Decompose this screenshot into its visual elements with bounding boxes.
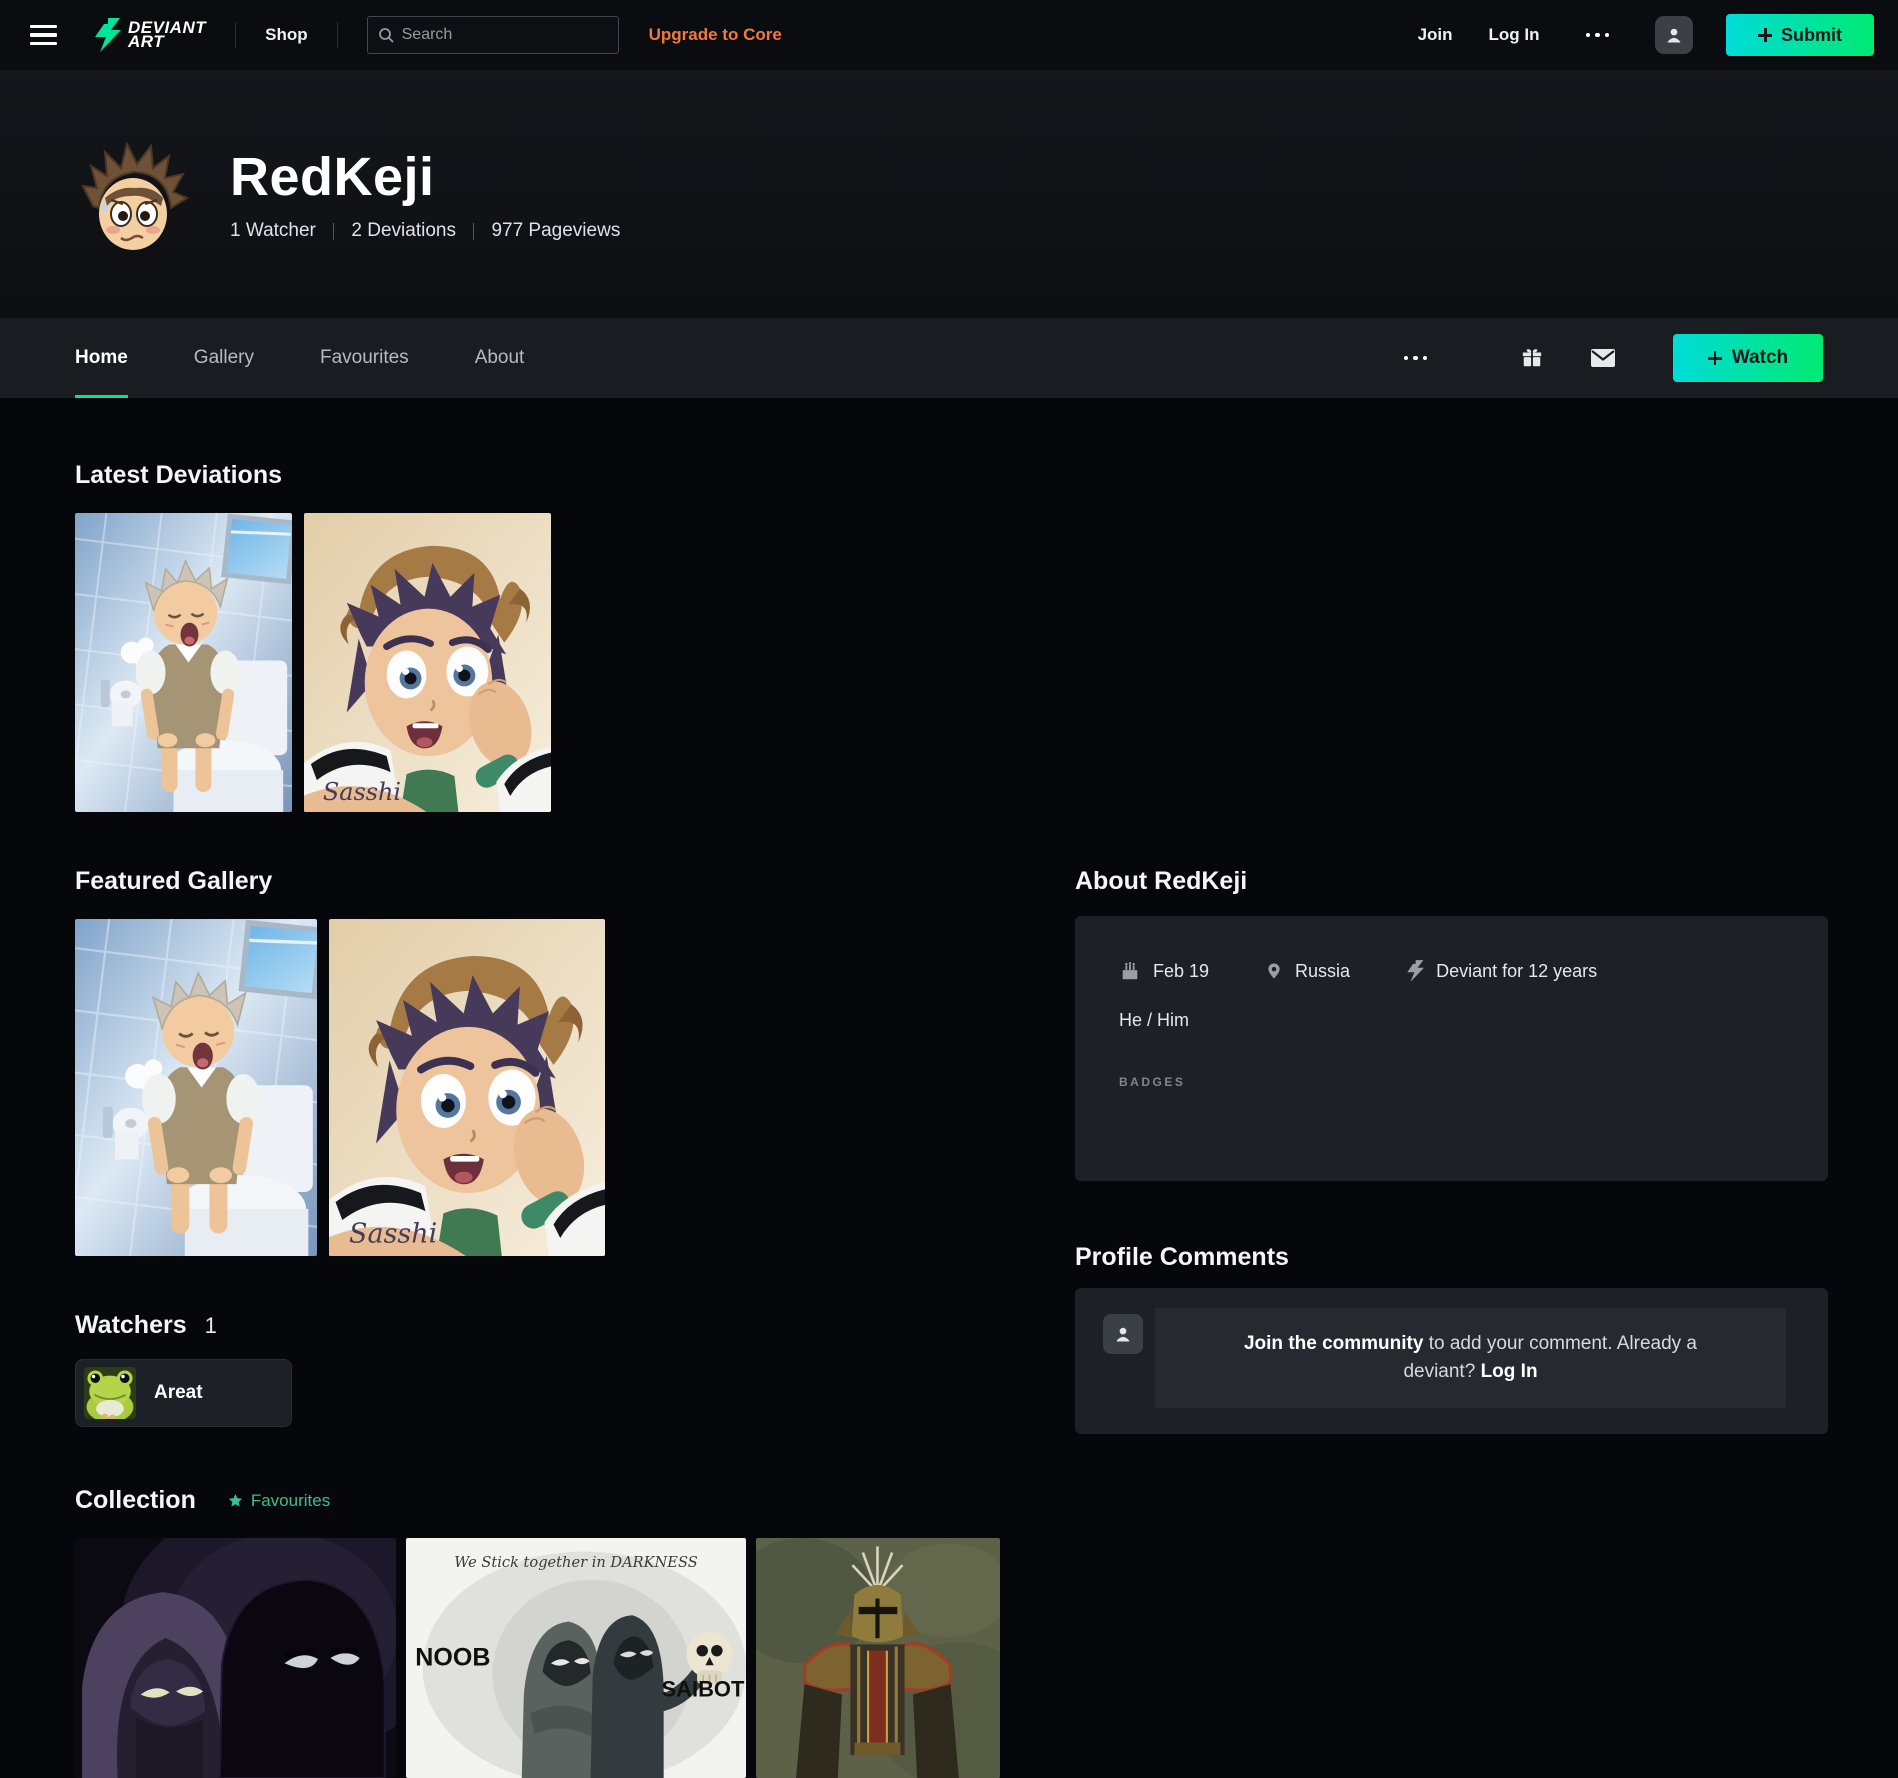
deviantart-logo-icon bbox=[95, 18, 121, 52]
comment-login-link[interactable]: Log In bbox=[1481, 1361, 1538, 1382]
search-icon bbox=[378, 28, 394, 43]
comment-cta: Join the community to add your comment. … bbox=[1155, 1308, 1786, 1408]
watcher-avatar-frog bbox=[84, 1367, 136, 1419]
about-card: Feb 19 Russia Deviant for 12 years He / bbox=[1075, 916, 1828, 1181]
profile-tab-bar: Home Gallery Favourites About Watch bbox=[0, 318, 1898, 398]
star-icon bbox=[228, 1493, 243, 1507]
deviations-stat[interactable]: 2 Deviations bbox=[351, 220, 456, 242]
pageviews-stat: 977 Pageviews bbox=[491, 220, 621, 241]
featured-gallery-row bbox=[75, 919, 1005, 1256]
map-pin-icon bbox=[1268, 963, 1280, 979]
person-icon bbox=[1667, 28, 1681, 43]
cta-text: to add your comment. Already a deviant? bbox=[1403, 1332, 1697, 1383]
featured-thumbnail-toilet[interactable] bbox=[75, 919, 317, 1256]
watchers-count: 1 bbox=[204, 1313, 217, 1338]
message-button[interactable] bbox=[1591, 349, 1615, 367]
profile-avatar[interactable] bbox=[75, 134, 195, 254]
collection-row bbox=[75, 1538, 1005, 1778]
featured-gallery-heading: Featured Gallery bbox=[75, 867, 273, 895]
about-heading: About RedKeji bbox=[1075, 867, 1248, 895]
featured-thumbnail-hatboy[interactable] bbox=[329, 919, 605, 1256]
search-box[interactable] bbox=[366, 16, 619, 54]
divider bbox=[336, 22, 338, 48]
tab-home[interactable]: Home bbox=[75, 318, 128, 398]
watcher-card-areat[interactable]: Areat bbox=[75, 1359, 292, 1427]
upgrade-to-core-link[interactable]: Upgrade to Core bbox=[649, 25, 782, 45]
deviantart-badge-icon bbox=[1407, 960, 1425, 982]
pronouns: He / Him bbox=[1119, 1010, 1190, 1030]
gift-icon bbox=[1522, 349, 1542, 367]
collection-thumbnail-noob-saibot[interactable] bbox=[406, 1538, 746, 1778]
latest-deviations-heading: Latest Deviations bbox=[75, 461, 283, 489]
username: RedKeji bbox=[230, 147, 435, 207]
main-content: Latest Deviations Featured Gallery Watch… bbox=[0, 463, 1898, 1778]
login-link[interactable]: Log In bbox=[1489, 25, 1540, 45]
profile-comments-card: Join the community to add your comment. … bbox=[1075, 1288, 1828, 1434]
envelope-icon bbox=[1591, 349, 1615, 367]
watch-button[interactable]: Watch bbox=[1673, 334, 1823, 382]
shop-link[interactable]: Shop bbox=[265, 25, 308, 45]
deviation-thumbnail-hatboy[interactable] bbox=[304, 513, 551, 812]
plus-icon bbox=[1707, 351, 1722, 365]
tab-about[interactable]: About bbox=[475, 318, 525, 398]
collection-heading: Collection bbox=[75, 1486, 196, 1514]
cake-icon bbox=[1122, 962, 1138, 980]
tab-gallery[interactable]: Gallery bbox=[194, 318, 254, 398]
guest-avatar-button[interactable] bbox=[1655, 16, 1693, 54]
join-link[interactable]: Join bbox=[1418, 25, 1453, 45]
submit-button[interactable]: Submit bbox=[1726, 14, 1874, 56]
badges-label: BADGES bbox=[1119, 1075, 1186, 1089]
plus-icon bbox=[1758, 28, 1772, 42]
tenure-info: Deviant for 12 years bbox=[1406, 960, 1597, 982]
profile-header: RedKeji 1 Watcher 2 Deviations 977 Pagev… bbox=[0, 70, 1898, 318]
tab-favourites[interactable]: Favourites bbox=[320, 318, 409, 398]
person-icon bbox=[1116, 1327, 1130, 1342]
location-info: Russia bbox=[1265, 960, 1350, 982]
profile-comments-heading: Profile Comments bbox=[1075, 1243, 1289, 1271]
give-button[interactable] bbox=[1521, 347, 1543, 369]
guest-comment-avatar bbox=[1103, 1314, 1143, 1354]
collection-thumbnail-darkduo[interactable] bbox=[75, 1538, 396, 1778]
watcher-name[interactable]: Areat bbox=[154, 1382, 203, 1404]
search-input[interactable] bbox=[401, 26, 609, 44]
deviantart-logo-text: DEVIANT ART bbox=[128, 18, 207, 51]
more-actions-icon[interactable] bbox=[1403, 355, 1427, 361]
top-navbar: DEVIANT ART Shop Upgrade to Core Join Lo… bbox=[0, 0, 1898, 70]
birthday-info: Feb 19 bbox=[1119, 960, 1209, 982]
divider bbox=[472, 222, 475, 240]
join-community-link[interactable]: Join the community bbox=[1244, 1333, 1423, 1354]
divider bbox=[332, 222, 335, 240]
deviation-thumbnail-toilet[interactable] bbox=[75, 513, 292, 812]
hamburger-menu-icon[interactable] bbox=[30, 24, 57, 46]
collection-favourites-link[interactable]: Favourites bbox=[228, 1491, 330, 1511]
latest-deviations-row bbox=[75, 513, 1005, 812]
collection-thumbnail-knight[interactable] bbox=[756, 1538, 1000, 1778]
watchers-heading: Watchers bbox=[75, 1311, 187, 1339]
more-options-icon[interactable] bbox=[1585, 32, 1609, 38]
divider bbox=[235, 22, 237, 48]
profile-stats: 1 Watcher 2 Deviations 977 Pageviews bbox=[230, 220, 620, 242]
watchers-stat[interactable]: 1 Watcher bbox=[230, 220, 316, 242]
deviantart-logo[interactable]: DEVIANT ART bbox=[93, 18, 206, 52]
